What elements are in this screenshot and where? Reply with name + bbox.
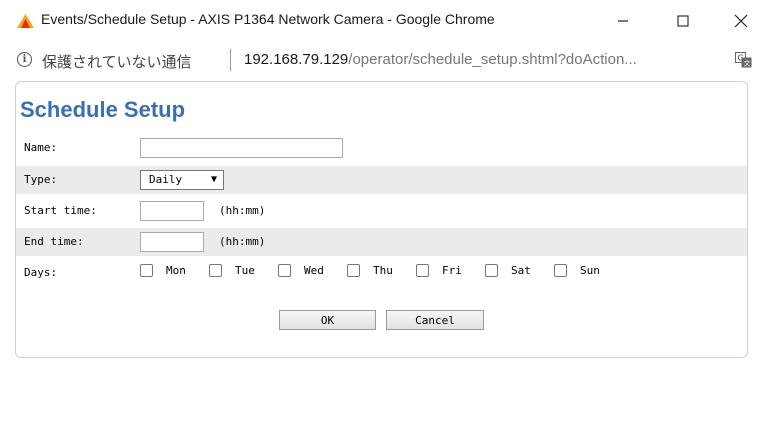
day-checkbox[interactable] (347, 264, 360, 277)
minimize-button[interactable] (600, 6, 646, 36)
address-bar[interactable]: i 保護されていない通信 192.168.79.129/operator/sch… (0, 42, 764, 80)
days-label: Days: (24, 266, 58, 279)
day-label: Wed (304, 264, 324, 277)
day-fri[interactable]: Fri (416, 264, 462, 277)
svg-text:文: 文 (744, 59, 751, 68)
day-label: Mon (166, 264, 186, 277)
dropdown-arrow-icon: ▼ (210, 174, 217, 185)
day-mon[interactable]: Mon (140, 264, 186, 277)
start-time-row: Start time: (hh:mm) (16, 197, 747, 225)
window-title: Events/Schedule Setup - AXIS P1364 Netwo… (41, 11, 495, 27)
axis-logo-icon (17, 14, 34, 28)
day-label: Sun (580, 264, 600, 277)
start-time-input[interactable] (140, 201, 204, 221)
close-icon (734, 14, 748, 28)
minimize-icon (618, 20, 628, 22)
type-select[interactable]: Daily ▼ (140, 170, 224, 190)
day-checkbox[interactable] (209, 264, 222, 277)
type-label: Type: (24, 173, 58, 186)
day-checkbox[interactable] (485, 264, 498, 277)
start-time-label: Start time: (24, 204, 97, 217)
type-select-value: Daily (149, 173, 183, 186)
ok-button[interactable]: OK (279, 310, 376, 330)
cancel-button[interactable]: Cancel (386, 310, 484, 330)
maximize-button[interactable] (660, 6, 706, 36)
day-checkbox[interactable] (554, 264, 567, 277)
url-text[interactable]: 192.168.79.129/operator/schedule_setup.s… (244, 51, 637, 68)
start-time-hint: (hh:mm) (219, 204, 266, 217)
url-path: /operator/schedule_setup.shtml?doAction.… (348, 51, 637, 68)
info-icon[interactable]: i (17, 52, 32, 67)
day-checkbox[interactable] (140, 264, 153, 277)
days-row: Days: Mon Tue Wed Thu Fri Sat Sun (16, 259, 747, 287)
security-status: 保護されていない通信 (42, 54, 192, 71)
day-label: Fri (442, 264, 462, 277)
type-row: Type: Daily ▼ (16, 166, 747, 194)
day-label: Sat (511, 264, 531, 277)
day-wed[interactable]: Wed (278, 264, 324, 277)
end-time-row: End time: (hh:mm) (16, 228, 747, 256)
name-label: Name: (24, 141, 58, 154)
title-bar: Events/Schedule Setup - AXIS P1364 Netwo… (0, 0, 764, 42)
page-title: Schedule Setup (20, 97, 186, 122)
end-time-hint: (hh:mm) (219, 235, 266, 248)
translate-icon[interactable]: G 文 (735, 52, 752, 68)
close-button[interactable] (718, 6, 764, 36)
name-row: Name: (16, 134, 747, 162)
day-thu[interactable]: Thu (347, 264, 393, 277)
day-checkbox[interactable] (416, 264, 429, 277)
name-input[interactable] (140, 138, 343, 158)
day-sun[interactable]: Sun (554, 264, 600, 277)
day-label: Tue (235, 264, 255, 277)
day-tue[interactable]: Tue (209, 264, 255, 277)
url-host: 192.168.79.129 (244, 51, 349, 68)
maximize-icon (677, 15, 689, 27)
day-label: Thu (373, 264, 393, 277)
end-time-label: End time: (24, 235, 84, 248)
address-divider (230, 49, 231, 71)
day-sat[interactable]: Sat (485, 264, 531, 277)
end-time-input[interactable] (140, 232, 204, 252)
day-checkbox[interactable] (278, 264, 291, 277)
